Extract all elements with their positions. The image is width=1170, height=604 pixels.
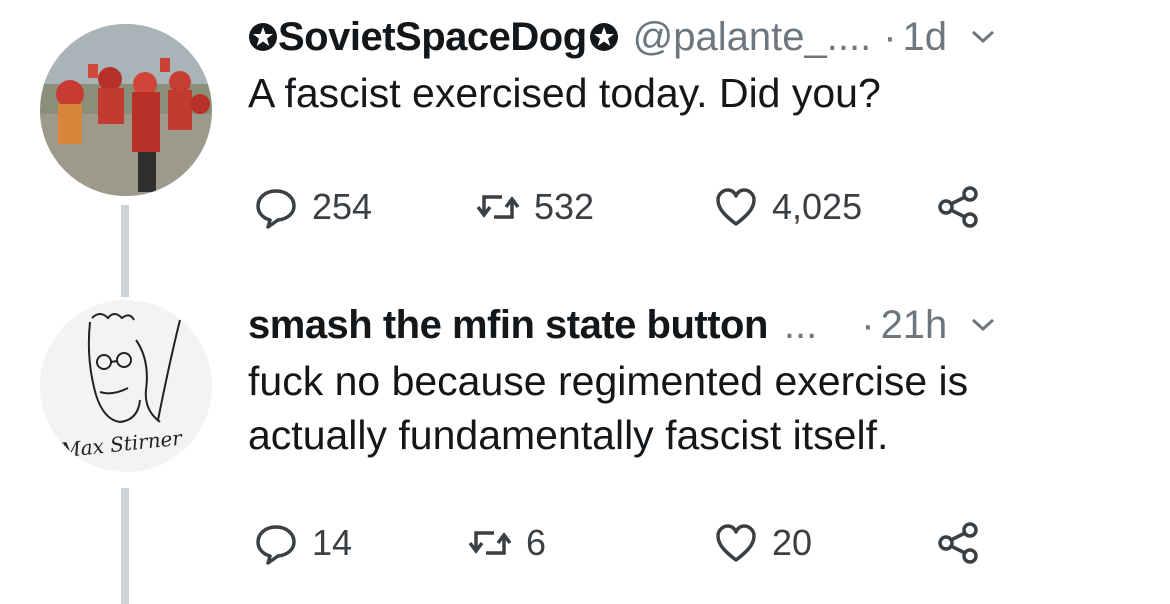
avatar-photo bbox=[40, 24, 212, 196]
thread-line-bottom bbox=[121, 488, 129, 604]
tweet-header: SovietSpaceDog @palante_.... · 1d bbox=[248, 12, 1140, 62]
tweet-header: smash the mfin state button ... · 21h bbox=[248, 300, 1140, 350]
star-badge-icon bbox=[249, 23, 277, 51]
timestamp[interactable]: 21h bbox=[881, 300, 948, 350]
heart-icon bbox=[716, 188, 756, 226]
reply-button[interactable]: 254 bbox=[254, 182, 372, 232]
name-ellipsis: ... bbox=[783, 303, 818, 347]
retweet-button[interactable]: 6 bbox=[468, 518, 546, 568]
chevron-down-icon[interactable] bbox=[969, 315, 997, 335]
like-count: 20 bbox=[772, 522, 813, 563]
like-button[interactable]: 4,025 bbox=[714, 182, 862, 232]
timestamp[interactable]: 1d bbox=[903, 12, 948, 62]
avatar[interactable]: Max Stirner bbox=[40, 300, 212, 472]
share-icon bbox=[938, 522, 978, 564]
thread-line-top bbox=[121, 205, 129, 297]
share-icon bbox=[938, 186, 978, 228]
reply-icon bbox=[256, 525, 296, 565]
reply-count: 14 bbox=[312, 522, 353, 563]
display-name[interactable]: SovietSpaceDog bbox=[278, 12, 587, 62]
handle[interactable]: @palante_.... bbox=[633, 12, 872, 62]
heart-icon bbox=[716, 524, 756, 562]
chevron-down-icon[interactable] bbox=[969, 27, 997, 47]
retweet-icon bbox=[468, 531, 512, 555]
display-name[interactable]: smash the mfin state button bbox=[248, 300, 768, 350]
separator-dot: · bbox=[883, 15, 897, 59]
like-button[interactable]: 20 bbox=[714, 518, 812, 568]
retweet-button[interactable]: 532 bbox=[476, 182, 594, 232]
tweet-text-line: actually fundamentally fascist itself. bbox=[248, 412, 889, 458]
retweet-count: 532 bbox=[534, 186, 595, 227]
retweet-icon bbox=[476, 195, 520, 219]
reply-button[interactable]: 14 bbox=[254, 518, 352, 568]
reply-count: 254 bbox=[312, 186, 373, 227]
tweet-1[interactable]: SovietSpaceDog @palante_.... · 1d A fasc… bbox=[248, 12, 1140, 229]
retweet-count: 6 bbox=[526, 522, 547, 563]
tweet-text: A fascist exercised today. Did you? bbox=[248, 70, 881, 116]
reply-icon bbox=[256, 189, 296, 229]
avatar[interactable] bbox=[40, 24, 212, 196]
separator-dot: · bbox=[861, 303, 875, 347]
star-badge-icon bbox=[589, 23, 618, 51]
share-button[interactable] bbox=[936, 182, 980, 232]
like-count: 4,025 bbox=[772, 186, 863, 227]
tweet-2[interactable]: smash the mfin state button ... · 21h fu… bbox=[248, 300, 1140, 565]
share-button[interactable] bbox=[936, 518, 980, 568]
tweet-text-line: fuck no because regimented exercise is bbox=[248, 358, 969, 404]
tweet-text: fuck no because regimented exercise is a… bbox=[248, 354, 1140, 462]
